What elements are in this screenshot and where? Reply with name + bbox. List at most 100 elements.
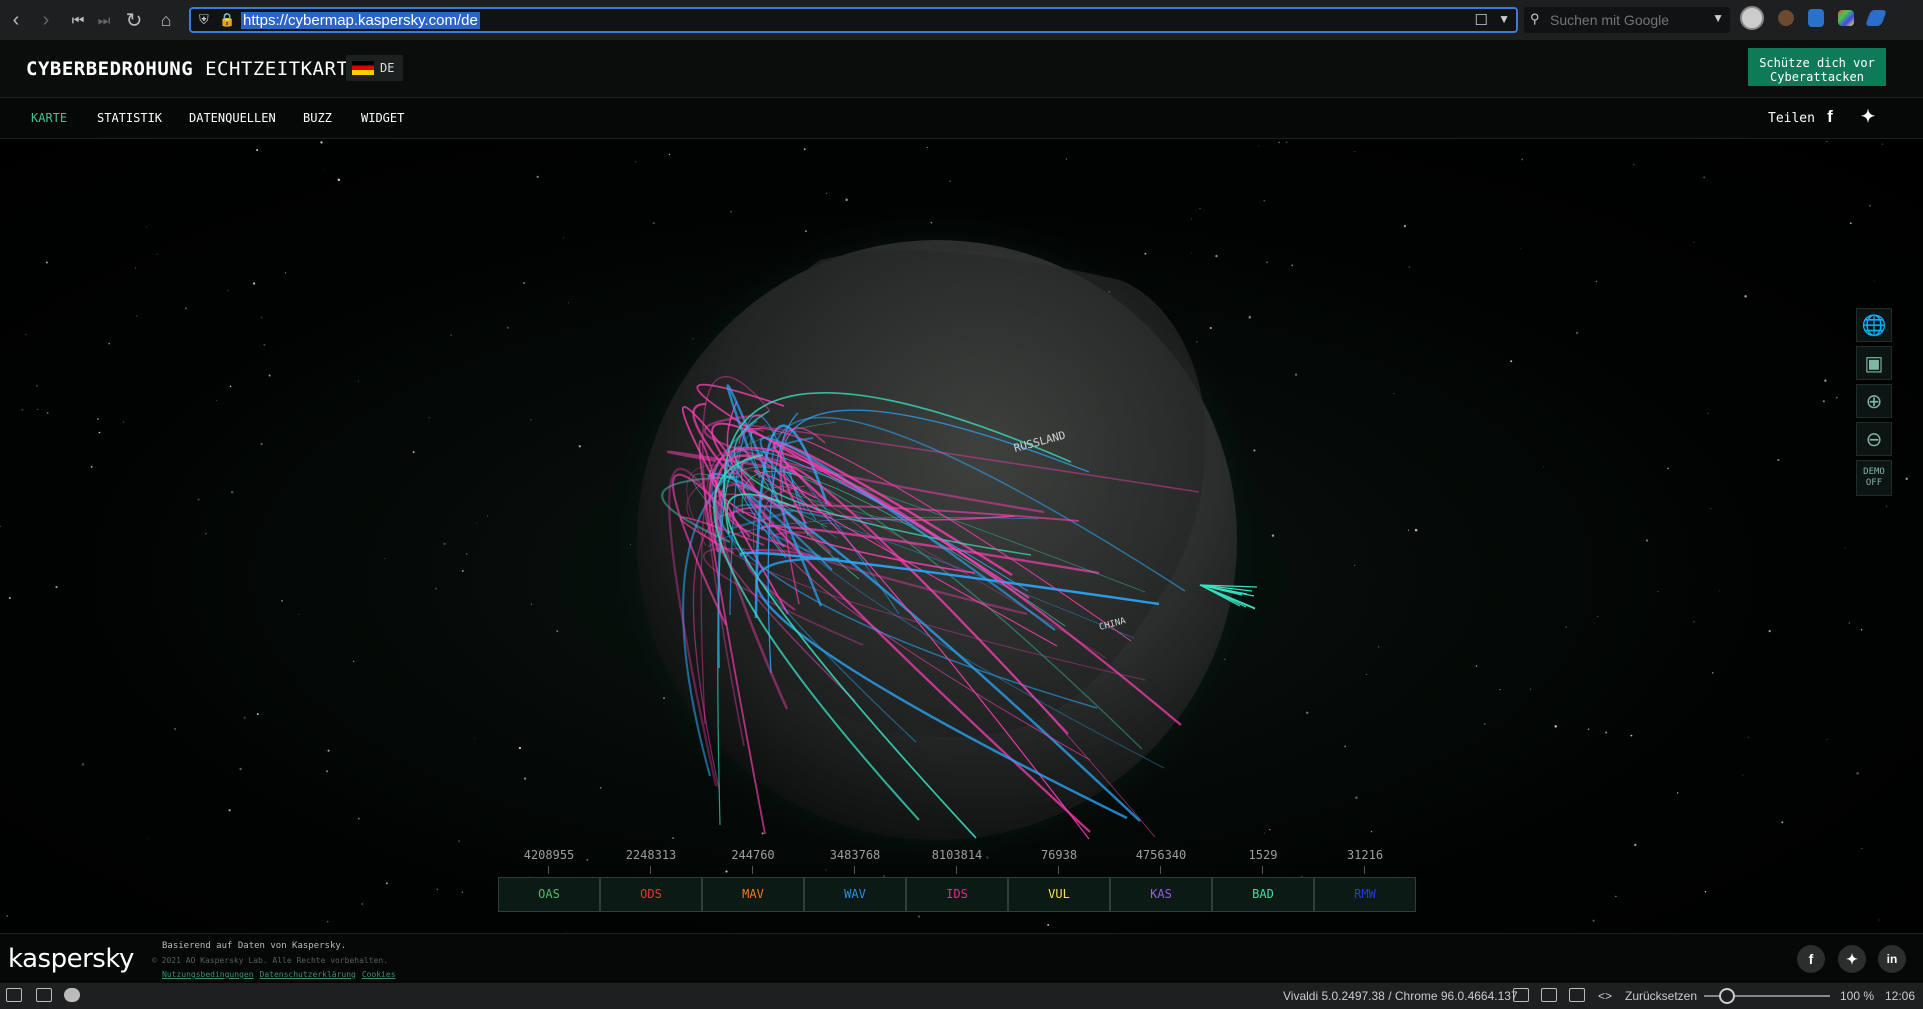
forward-icon[interactable]: ›	[30, 4, 62, 36]
nav-item-datenquellen[interactable]: DATENQUELLEN	[189, 111, 276, 125]
extension-icon-1[interactable]	[1778, 10, 1794, 26]
site-footer: kaspersky Basierend auf Daten von Kasper…	[0, 933, 1923, 983]
page-title[interactable]: CYBERBEDROHUNG ECHTZEITKARTE	[26, 58, 360, 80]
counter-ids[interactable]: 8103814 IDS	[906, 848, 1008, 914]
bookmark-icon[interactable]: ☐	[1475, 11, 1488, 29]
cloud-icon[interactable]	[64, 988, 80, 1002]
extension-icon-4[interactable]	[1865, 10, 1887, 26]
counter-tick	[1262, 866, 1263, 874]
nav-item-buzz[interactable]: BUZZ	[303, 111, 332, 125]
counter-bad[interactable]: 1529 BAD	[1212, 848, 1314, 914]
profile-avatar[interactable]	[1740, 6, 1764, 30]
version-text: Vivaldi 5.0.2497.38 / Chrome 96.0.4664.1…	[1283, 989, 1518, 1003]
zoom-out-icon[interactable]: ⊖	[1856, 422, 1892, 456]
counter-oas[interactable]: 4208955 OAS	[498, 848, 600, 914]
fastforward-icon[interactable]: ⏭	[88, 4, 120, 36]
reset-button[interactable]: Zurücksetzen	[1625, 989, 1697, 1003]
counter-ods[interactable]: 2248313 ODS	[600, 848, 702, 914]
facebook-icon[interactable]: f	[1820, 107, 1840, 127]
counter-label[interactable]: MAV	[702, 877, 804, 912]
counter-tick	[548, 866, 549, 874]
counter-value: 3483768	[829, 848, 881, 862]
site-header: CYBERBEDROHUNG ECHTZEITKARTE DE Schütze …	[0, 40, 1923, 98]
counter-tick	[1364, 866, 1365, 874]
protect-button[interactable]: Schütze dich vor Cyberattacken	[1748, 48, 1886, 86]
window-icon[interactable]	[1541, 988, 1557, 1002]
counter-tick	[1058, 866, 1059, 874]
counter-label[interactable]: RMW	[1314, 877, 1416, 912]
language-code: DE	[380, 61, 395, 75]
kaspersky-logo[interactable]: kaspersky	[8, 944, 134, 974]
lock-icon[interactable]: 🔒	[219, 12, 235, 28]
panel-toggle-icon[interactable]	[6, 988, 22, 1002]
counter-label[interactable]: OAS	[498, 877, 600, 912]
title-light: ECHTZEITKARTE	[205, 58, 361, 80]
tile-icon[interactable]	[36, 988, 52, 1002]
globe-visual[interactable]: RUSSLAND CHINA	[0, 140, 1923, 933]
counter-value: 76938	[1040, 848, 1078, 862]
nav-item-statistik[interactable]: STATISTIK	[97, 111, 162, 125]
extension-icon-3[interactable]	[1838, 10, 1854, 26]
counter-mav[interactable]: 244760 MAV	[702, 848, 804, 914]
footer-copyright: © 2021 AO Kaspersky Lab. Alle Rechte vor…	[152, 956, 389, 965]
counter-label[interactable]: BAD	[1212, 877, 1314, 912]
main-nav: KARTE STATISTIK DATENQUELLEN BUZZ WIDGET…	[0, 98, 1923, 139]
nav-item-widget[interactable]: WIDGET	[361, 111, 404, 125]
counter-tick	[650, 866, 651, 874]
language-selector[interactable]: DE	[346, 55, 403, 81]
twitter-icon[interactable]: ✦	[1858, 107, 1878, 127]
search-icon: ⚲	[1530, 11, 1540, 26]
back-icon[interactable]: ‹	[0, 4, 32, 36]
counter-label[interactable]: VUL	[1008, 877, 1110, 912]
counter-vul[interactable]: 76938 VUL	[1008, 848, 1110, 914]
share-label: Teilen	[1768, 111, 1815, 126]
counter-value: 4208955	[523, 848, 575, 862]
counter-tick	[854, 866, 855, 874]
chevron-down-icon[interactable]: ▼	[1498, 12, 1510, 26]
facebook-icon[interactable]: f	[1797, 945, 1825, 973]
footer-links: Nutzungsbedingungen Datenschutzerklärung…	[162, 970, 396, 979]
demo-toggle[interactable]: DEMO OFF	[1856, 460, 1892, 496]
globe-view-icon[interactable]: 🌐	[1856, 308, 1892, 342]
counter-wav[interactable]: 3483768 WAV	[804, 848, 906, 914]
counter-tick	[1160, 866, 1161, 874]
footer-source-text: Basierend auf Daten von Kaspersky.	[162, 941, 347, 951]
url-text[interactable]: https://cybermap.kaspersky.com/de	[241, 11, 480, 29]
linkedin-icon[interactable]: in	[1878, 945, 1906, 973]
flat-view-icon[interactable]: ▣	[1856, 346, 1892, 380]
counter-value: 31216	[1346, 848, 1384, 862]
twitter-icon[interactable]: ✦	[1838, 945, 1866, 973]
title-bold: CYBERBEDROHUNG	[26, 58, 194, 80]
extensions	[1740, 6, 1887, 30]
image-icon[interactable]	[1569, 988, 1585, 1002]
nav-item-karte[interactable]: KARTE	[31, 111, 67, 125]
privacy-link[interactable]: Datenschutzerklärung	[260, 970, 356, 979]
shield-icon[interactable]: ⛨	[199, 12, 209, 28]
home-icon[interactable]: ⌂	[150, 4, 182, 36]
counter-label[interactable]: IDS	[906, 877, 1008, 912]
camera-icon[interactable]	[1513, 988, 1529, 1002]
cookies-link[interactable]: Cookies	[362, 970, 396, 979]
code-icon[interactable]: <>	[1598, 989, 1612, 1003]
reload-icon[interactable]: ↻	[118, 4, 150, 36]
cyber-map[interactable]: RUSSLAND CHINA 🌐 ▣ ⊕ ⊖ DEMO OFF	[0, 140, 1923, 933]
terms-link[interactable]: Nutzungsbedingungen	[162, 970, 254, 979]
counter-kas[interactable]: 4756340 KAS	[1110, 848, 1212, 914]
browser-toolbar: ‹ › ⏮ ⏭ ↻ ⌂ ⛨ 🔒 https://cybermap.kaspers…	[0, 0, 1923, 40]
address-bar[interactable]: ⛨ 🔒 https://cybermap.kaspersky.com/de ☐ …	[189, 7, 1518, 33]
extension-icon-2[interactable]	[1808, 9, 1824, 27]
counter-rmw[interactable]: 31216 RMW	[1314, 848, 1416, 914]
counter-value: 244760	[731, 848, 775, 862]
counter-label[interactable]: KAS	[1110, 877, 1212, 912]
zoom-in-icon[interactable]: ⊕	[1856, 384, 1892, 418]
chevron-down-icon[interactable]: ▼	[1712, 11, 1724, 25]
counter-label[interactable]: WAV	[804, 877, 906, 912]
search-input[interactable]	[1550, 12, 1710, 28]
counter-label[interactable]: ODS	[600, 877, 702, 912]
search-field[interactable]: ⚲ ▼	[1524, 7, 1730, 33]
zoom-slider-knob[interactable]	[1719, 988, 1735, 1004]
zoom-level: 100 %	[1840, 989, 1875, 1003]
map-controls: 🌐 ▣ ⊕ ⊖ DEMO OFF	[1856, 308, 1892, 496]
counter-tick	[752, 866, 753, 874]
counter-value: 8103814	[931, 848, 983, 862]
